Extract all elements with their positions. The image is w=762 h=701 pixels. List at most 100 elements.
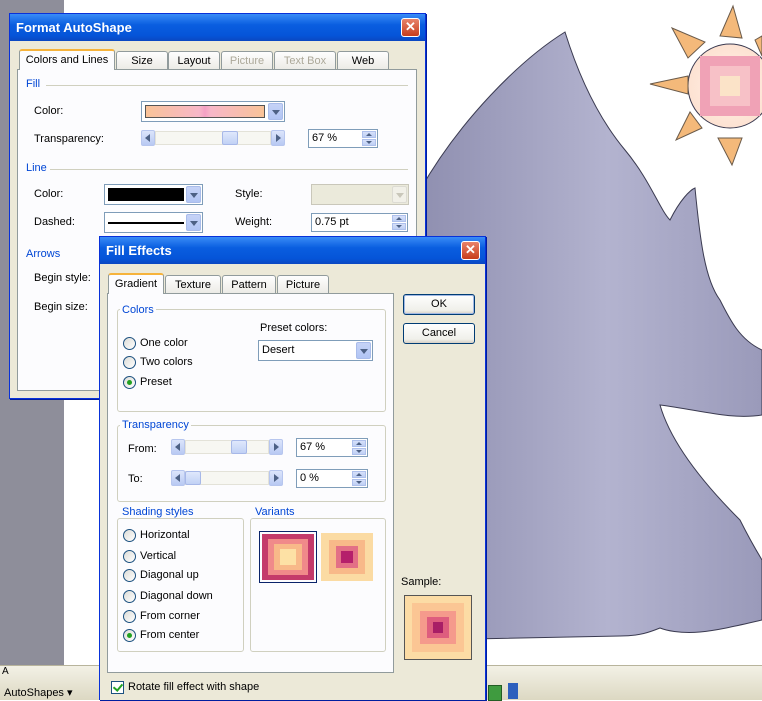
ok-button[interactable]: OK [403, 294, 475, 315]
tab-colors-and-lines[interactable]: Colors and Lines [19, 49, 115, 70]
radio-from-center[interactable] [123, 629, 136, 642]
radio-vertical[interactable] [123, 550, 136, 563]
spin-down-icon[interactable] [362, 139, 376, 146]
radio-diagonal-down[interactable] [123, 590, 136, 603]
one-color-label[interactable]: One color [140, 337, 188, 349]
radio-one-color[interactable] [123, 337, 136, 350]
shading-styles-group-title: Shading styles [120, 506, 196, 518]
dialog-title[interactable]: Format AutoShape [10, 14, 425, 41]
radio-from-corner[interactable] [123, 610, 136, 623]
spin-down-icon[interactable] [352, 479, 366, 486]
tab-web[interactable]: Web [337, 51, 389, 69]
autoshapes-menu[interactable]: AutoShapes ▾ [4, 686, 73, 699]
preset-label[interactable]: Preset [140, 376, 172, 388]
spin-up-icon[interactable] [392, 215, 406, 222]
diagonal-up-label[interactable]: Diagonal up [140, 569, 199, 581]
rotate-fill-checkbox[interactable] [111, 681, 124, 694]
line-color-combo[interactable] [104, 184, 203, 205]
variant-1-swatch[interactable] [259, 531, 317, 583]
chevron-left-icon[interactable] [171, 439, 185, 455]
line-weight-spinner[interactable]: 0.75 pt [311, 213, 408, 232]
dash-style-preview [108, 222, 184, 224]
line-dashed-label: Dashed: [34, 216, 75, 228]
tab-picture: Picture [221, 51, 273, 69]
from-label: From: [128, 443, 157, 455]
tab-size[interactable]: Size [116, 51, 168, 69]
to-label: To: [128, 473, 143, 485]
fill-color-combo[interactable] [141, 101, 285, 122]
from-center-label[interactable]: From center [140, 629, 199, 641]
from-spinner[interactable]: 67 % [296, 438, 368, 457]
tab-texture[interactable]: Texture [165, 275, 221, 293]
begin-size-label: Begin size: [34, 301, 88, 313]
tab-picture[interactable]: Picture [277, 275, 329, 293]
fill-color-swatch [145, 105, 265, 118]
to-spinner[interactable]: 0 % [296, 469, 368, 488]
spin-down-icon[interactable] [392, 223, 406, 230]
chevron-left-icon[interactable] [141, 130, 155, 146]
chevron-down-icon[interactable] [268, 103, 283, 120]
line-style-combo [311, 184, 409, 205]
fill-transparency-value[interactable]: 67 % [312, 132, 337, 144]
transparency-group-title: Transparency [120, 419, 191, 431]
line-style-label: Style: [235, 188, 263, 200]
rotate-fill-label[interactable]: Rotate fill effect with shape [128, 681, 259, 693]
sun-shape[interactable] [649, 4, 762, 167]
from-corner-label[interactable]: From corner [140, 610, 200, 622]
vertical-label[interactable]: Vertical [140, 550, 176, 562]
spin-up-icon[interactable] [352, 471, 366, 478]
horizontal-label[interactable]: Horizontal [140, 529, 190, 541]
chevron-down-icon[interactable] [186, 214, 201, 231]
radio-two-colors[interactable] [123, 356, 136, 369]
sample-label: Sample: [401, 576, 442, 588]
radio-horizontal[interactable] [123, 529, 136, 542]
line-color-swatch [108, 188, 184, 201]
chevron-down-icon[interactable] [186, 186, 201, 203]
close-button[interactable]: ✕ [461, 241, 480, 260]
diagonal-down-label[interactable]: Diagonal down [140, 590, 213, 602]
slider-thumb[interactable] [230, 440, 247, 454]
chevron-left-icon[interactable] [171, 470, 185, 486]
line-dashed-combo[interactable] [104, 212, 203, 233]
from-slider[interactable] [171, 439, 283, 455]
fill-section-label: Fill [26, 78, 41, 90]
spin-down-icon[interactable] [352, 448, 366, 455]
chevron-right-icon[interactable] [269, 439, 283, 455]
chevron-right-icon[interactable] [271, 130, 285, 146]
from-value[interactable]: 67 % [300, 441, 325, 453]
statusbar-letter: A [2, 666, 9, 677]
radio-preset[interactable] [123, 376, 136, 389]
chevron-down-icon[interactable] [356, 342, 371, 359]
tab-gradient[interactable]: Gradient [108, 273, 164, 294]
to-slider[interactable] [171, 470, 283, 486]
radio-diagonal-up[interactable] [123, 569, 136, 582]
colors-group-title: Colors [120, 304, 156, 316]
fill-transparency-spinner[interactable]: 67 % [308, 129, 378, 148]
fill-transparency-slider[interactable] [141, 130, 285, 146]
arrows-section-label: Arrows [26, 248, 61, 260]
line-color-label: Color: [34, 188, 64, 200]
cancel-button[interactable]: Cancel [403, 323, 475, 344]
slider-thumb[interactable] [185, 471, 201, 485]
fill-effects-dialog: Fill Effects ✕ Gradient Texture Pattern … [99, 236, 486, 700]
toolbar-color-icon[interactable] [508, 683, 518, 699]
line-weight-label: Weight: [235, 216, 273, 228]
line-weight-value[interactable]: 0.75 pt [315, 216, 349, 228]
close-button[interactable]: ✕ [401, 18, 420, 37]
preset-colors-value[interactable]: Desert [262, 344, 294, 356]
fill-color-label: Color: [34, 105, 64, 117]
preset-colors-combo[interactable]: Desert [258, 340, 373, 361]
tab-pattern[interactable]: Pattern [222, 275, 276, 293]
transparency-group [117, 425, 386, 502]
slider-thumb[interactable] [222, 131, 238, 145]
to-value[interactable]: 0 % [300, 472, 319, 484]
chevron-right-icon[interactable] [269, 470, 283, 486]
spin-up-icon[interactable] [362, 131, 376, 138]
spin-up-icon[interactable] [352, 440, 366, 447]
fill-divider [46, 85, 408, 86]
variants-group-title: Variants [253, 506, 297, 518]
tab-layout[interactable]: Layout [168, 51, 220, 69]
two-colors-label[interactable]: Two colors [140, 356, 193, 368]
dialog-title[interactable]: Fill Effects [100, 237, 485, 264]
variant-2-swatch[interactable] [319, 531, 375, 583]
